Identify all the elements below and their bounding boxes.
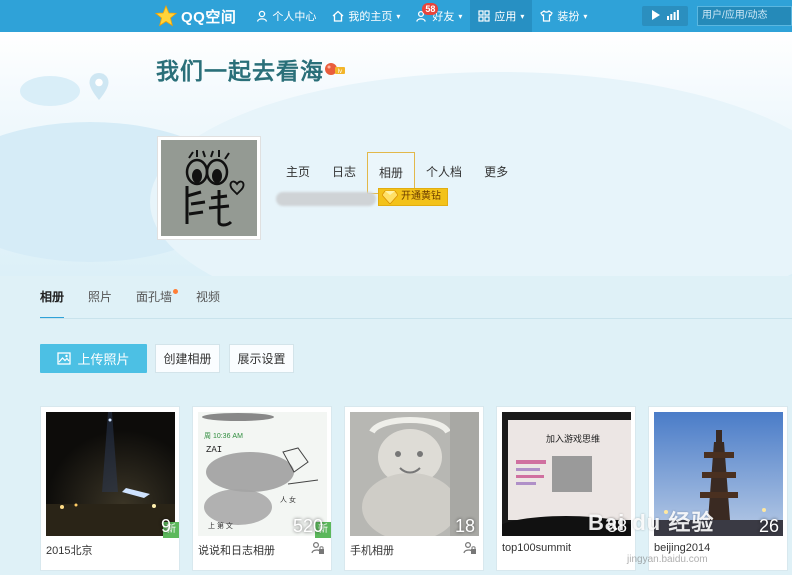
username-redacted [276, 192, 376, 206]
open-vip-button[interactable]: 开通黄钻 [378, 188, 448, 206]
album-cover [46, 412, 175, 536]
friends-count-badge: 58 [422, 3, 439, 15]
album-card[interactable]: 新 9 2015北京 [40, 406, 180, 571]
svg-text:lv: lv [338, 69, 342, 75]
diamond-icon [381, 190, 399, 210]
album-card[interactable]: 18 手机相册 [344, 406, 484, 571]
upload-label: 上传照片 [77, 352, 130, 367]
subtab-label: 面孔墙 [136, 290, 173, 304]
create-album-button[interactable]: 创建相册 [155, 344, 220, 373]
baidu-watermark: Bai du 经验 [588, 510, 715, 535]
baidu-watermark-url: jingyan.baidu.com [627, 554, 708, 565]
svg-text:人 女: 人 女 [280, 495, 296, 504]
shirt-icon [540, 10, 554, 22]
album-subtabs: 相册 照片 面孔墙 视频 [40, 289, 244, 319]
avatar-image [161, 140, 257, 236]
chevron-down-icon: ▾ [458, 11, 463, 21]
level-badge-icon[interactable]: lv [324, 60, 346, 79]
photo-count: 9 [160, 516, 171, 536]
divider [40, 318, 792, 319]
album-name: 手机相册 [350, 545, 394, 557]
photo-count: 26 [758, 516, 779, 536]
nav-decoration[interactable]: 装扮 ▾ [532, 0, 595, 32]
profile-header: 我们一起去看海 lv 主页 日志 相册 个人档 更多 开通黄钻 [0, 32, 792, 276]
subtab-albums[interactable]: 相册 [40, 289, 65, 319]
space-title: 我们一起去看海 [156, 58, 324, 84]
nav-label: 应用 [494, 11, 517, 23]
album-name: beijing2014 [654, 542, 711, 554]
permission-lock-icon[interactable] [463, 541, 477, 558]
play-icon[interactable] [651, 9, 660, 23]
svg-text:周 10:36 AM: 周 10:36 AM [204, 432, 243, 440]
music-player[interactable] [642, 6, 688, 26]
album-card[interactable]: 周 10:36 AM ZAI 人 女 上 第 文 新 520 说说和日志相册 [192, 406, 332, 571]
nav-label: 我的主页 [348, 11, 393, 23]
brand-name: QQ空间 [181, 8, 237, 26]
nav-my-homepage[interactable]: 我的主页 ▾ [324, 0, 408, 32]
upload-photo-button[interactable]: 上传照片 [40, 344, 147, 373]
tab-home[interactable]: 主页 [275, 152, 321, 194]
search-input[interactable]: 用户/应用/动态 [697, 6, 792, 26]
nav-label: 个人中心 [272, 11, 317, 23]
nav-friends[interactable]: 58 好友 ▾ [408, 0, 470, 32]
display-settings-button[interactable]: 展示设置 [229, 344, 294, 373]
top-navigation-bar: QQ空间 个人中心 我的主页 ▾ 58 好友 ▾ 应用 ▾ 装扮 ▾ 用户/应用… [0, 0, 792, 32]
album-name: 2015北京 [46, 545, 93, 557]
photo-count: 520 [292, 516, 323, 536]
nav-apps[interactable]: 应用 ▾ [470, 0, 533, 32]
album-name: top100summit [502, 542, 572, 554]
vip-button-label: 开通黄钻 [401, 191, 441, 202]
person-icon [256, 10, 268, 22]
subtab-photos[interactable]: 照片 [88, 289, 112, 319]
tab-blog[interactable]: 日志 [321, 152, 367, 194]
svg-text:上 第 文: 上 第 文 [208, 521, 233, 530]
apps-grid-icon [478, 10, 490, 22]
image-upload-icon [57, 352, 72, 365]
permission-lock-icon[interactable] [311, 541, 325, 558]
avatar[interactable] [157, 136, 261, 240]
album-card[interactable]: 26 beijing2014 [648, 406, 788, 571]
qzone-logo[interactable]: QQ空间 [0, 0, 236, 32]
star-logo-icon [154, 4, 178, 28]
svg-text:加入游戏思维: 加入游戏思维 [546, 433, 600, 444]
tab-more[interactable]: 更多 [473, 152, 519, 194]
cloud-decoration [20, 76, 80, 106]
nav-label: 装扮 [557, 11, 580, 23]
home-icon [332, 10, 344, 22]
chevron-down-icon: ▾ [520, 11, 525, 21]
album-name: 说说和日志相册 [198, 545, 275, 557]
nav-personal-center[interactable]: 个人中心 [248, 0, 324, 32]
subtab-videos[interactable]: 视频 [196, 289, 220, 319]
new-dot-indicator [173, 289, 179, 294]
svg-text:ZAI: ZAI [206, 445, 222, 455]
album-card[interactable]: 加入游戏思维 88 top100summit [496, 406, 636, 571]
subtab-face-wall[interactable]: 面孔墙 [136, 289, 179, 319]
volume-bars-icon [666, 9, 679, 23]
chevron-down-icon: ▾ [583, 11, 588, 21]
map-pin-icon [89, 73, 109, 100]
chevron-down-icon: ▾ [396, 11, 401, 21]
photo-count: 18 [454, 516, 475, 536]
